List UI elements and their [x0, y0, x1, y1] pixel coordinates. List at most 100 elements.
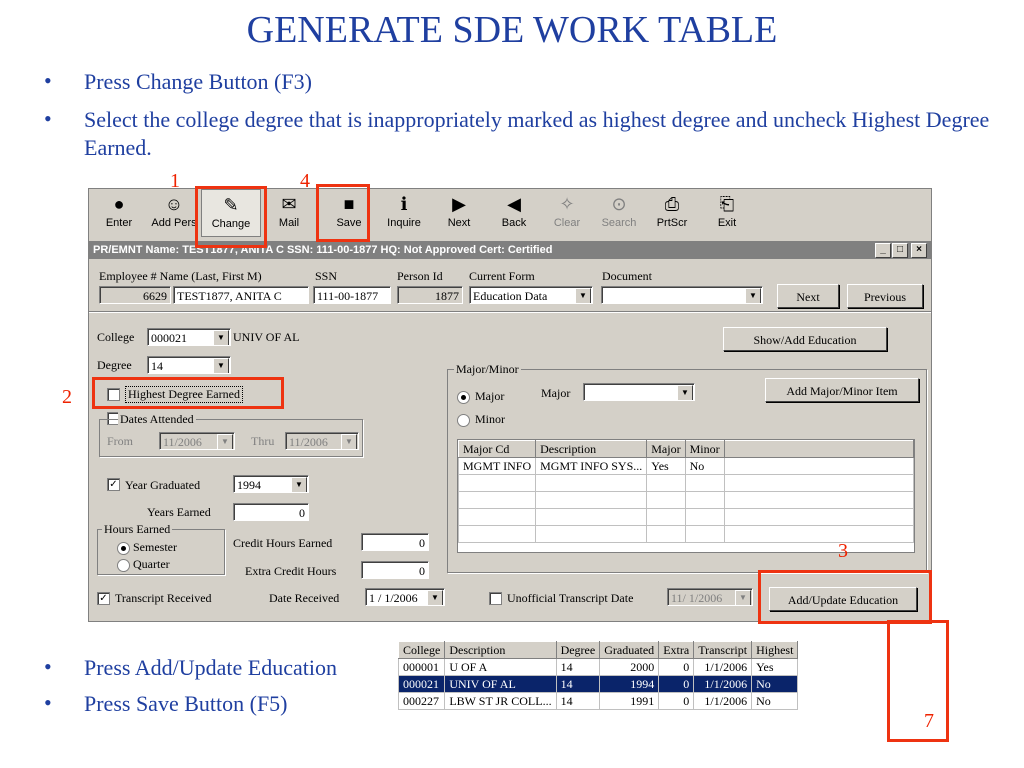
year-graduated-checkbox[interactable]: ✓ [107, 478, 120, 491]
table-row[interactable] [458, 474, 914, 492]
toolbar-next-button[interactable]: ▶ Next [429, 189, 489, 237]
education-column-header[interactable]: College [397, 641, 446, 659]
info-icon: ℹ [400, 194, 408, 214]
table-cell [684, 474, 725, 492]
document-select[interactable]: ▼ [601, 286, 763, 304]
binoculars-icon: ⊙ [611, 194, 627, 214]
toolbar-exit-button[interactable]: ⎗ Exit [697, 189, 757, 237]
toolbar-inquire-button[interactable]: ℹ Inquire [374, 189, 434, 237]
toolbar-search-button[interactable]: ⊙ Search [589, 189, 649, 237]
table-row[interactable]: MGMT INFO MGMT INFO SYS... Yes No [458, 457, 914, 475]
education-table[interactable]: College Description Degree Graduated Extra Tr… [397, 641, 799, 710]
education-column-header[interactable]: Highest [751, 641, 799, 659]
toolbar-prtscr-button[interactable]: ⎙ PrtScr [642, 189, 702, 237]
chevron-down-icon[interactable]: ▼ [575, 288, 591, 303]
unofficial-date-select[interactable]: 11/ 1/2006 ▼ [667, 588, 753, 606]
minimize-button[interactable]: _ [875, 243, 891, 258]
major-radio[interactable] [457, 391, 470, 404]
toolbar-enter-button[interactable]: ● Enter [89, 189, 149, 237]
education-column-header[interactable]: Extra [658, 641, 695, 659]
education-column-header[interactable]: Graduated [599, 641, 660, 659]
major-label: Major [541, 386, 571, 400]
credit-hours-label: Credit Hours Earned [233, 536, 333, 550]
date-received-select[interactable]: 1 / 1/2006 ▼ [365, 588, 445, 606]
table-row[interactable]: 000227 LBW ST JR COLL... 14 1991 0 1/1/2006 No [397, 692, 799, 710]
printer-icon: ⎙ [664, 194, 680, 214]
college-select[interactable]: 000021 ▼ [147, 328, 231, 346]
table-cell: 1/1/2006 [693, 675, 753, 693]
year-graduated-select[interactable]: 1994 ▼ [233, 475, 309, 493]
chevron-down-icon[interactable]: ▼ [213, 358, 229, 373]
chevron-down-icon[interactable]: ▼ [291, 477, 307, 492]
employee-name-label: Employee # Name (Last, First M) [99, 269, 262, 283]
employee-name-field[interactable]: TEST1877, ANITA C [173, 286, 309, 304]
date-received-label: Date Received [269, 591, 340, 605]
chevron-down-icon[interactable]: ▼ [213, 330, 229, 345]
chevron-down-icon[interactable]: ▼ [677, 385, 693, 400]
chevron-down-icon[interactable]: ▼ [341, 434, 357, 449]
major-minor-column-header[interactable]: Description [535, 440, 648, 458]
major-minor-column-header[interactable]: Minor [684, 440, 725, 458]
education-column-header[interactable]: Description [444, 641, 557, 659]
table-row[interactable]: 000001 U OF A 14 2000 0 1/1/2006 Yes [397, 658, 799, 676]
years-earned-field[interactable]: 0 [233, 503, 309, 521]
education-column-header[interactable]: Degree [555, 641, 601, 659]
document-label: Document [602, 269, 652, 283]
table-cell: 1/1/2006 [693, 692, 753, 710]
table-cell [723, 474, 914, 492]
next-button[interactable]: Next [777, 284, 839, 308]
toolbar-button-label: Mail [278, 217, 300, 229]
mail-icon: ✉ [281, 194, 297, 214]
degree-select[interactable]: 14 ▼ [147, 356, 231, 374]
toolbar-back-button[interactable]: ◀ Back [484, 189, 544, 237]
close-button[interactable]: × [911, 243, 927, 258]
quarter-radio[interactable] [117, 559, 130, 572]
table-cell [646, 508, 686, 526]
toolbar-clear-button[interactable]: ✧ Clear [537, 189, 597, 237]
person-id-field[interactable]: 1877 [397, 286, 463, 304]
major-minor-grid[interactable]: Major Cd Description Major Minor MGMT INFO M… [457, 439, 915, 553]
current-form-select[interactable]: Education Data ▼ [469, 286, 593, 304]
transcript-received-checkbox[interactable]: ✓ [97, 592, 110, 605]
toolbar-mail-button[interactable]: ✉ Mail [259, 189, 319, 237]
semester-radio[interactable] [117, 542, 130, 555]
extra-credit-field[interactable]: 0 [361, 561, 429, 579]
minor-radio[interactable] [457, 414, 470, 427]
current-form-label: Current Form [469, 269, 535, 283]
previous-button[interactable]: Previous [847, 284, 923, 308]
college-name: UNIV OF AL [233, 330, 300, 344]
maximize-button[interactable]: □ [892, 243, 908, 258]
major-minor-column-header[interactable]: Major Cd [458, 440, 537, 458]
table-cell: 000227 [397, 692, 446, 710]
ssn-field[interactable]: 111-00-1877 [313, 286, 391, 304]
education-column-header[interactable]: Transcript [693, 641, 753, 659]
table-cell: LBW ST JR COLL... [444, 692, 557, 710]
table-row[interactable] [458, 491, 914, 509]
chevron-down-icon[interactable]: ▼ [745, 288, 761, 303]
table-cell [458, 525, 537, 543]
chevron-down-icon[interactable]: ▼ [217, 434, 233, 449]
major-select[interactable]: ▼ [583, 383, 695, 401]
callout-number-1: 1 [170, 170, 180, 192]
chevron-down-icon[interactable]: ▼ [735, 590, 751, 605]
table-cell [458, 508, 537, 526]
employee-number-field[interactable]: 6629 [99, 286, 171, 304]
callout-number-2: 2 [62, 386, 72, 408]
table-cell: 14 [555, 675, 601, 693]
thru-date-select[interactable]: 11/2006 ▼ [285, 432, 359, 450]
table-cell: 2000 [599, 658, 660, 676]
from-date-select[interactable]: 11/2006 ▼ [159, 432, 235, 450]
credit-hours-field[interactable]: 0 [361, 533, 429, 551]
show-add-education-button[interactable]: Show/Add Education [723, 327, 887, 351]
table-row[interactable]: 000021 UNIV OF AL 14 1994 0 1/1/2006 No [397, 675, 799, 693]
callout-box-highest-degree [92, 377, 284, 409]
chevron-down-icon[interactable]: ▼ [427, 590, 443, 605]
major-minor-column-header[interactable]: Major [646, 440, 686, 458]
add-major-minor-item-button[interactable]: Add Major/Minor Item [765, 378, 919, 402]
unofficial-transcript-checkbox[interactable] [489, 592, 502, 605]
table-cell [458, 474, 537, 492]
table-cell: 000001 [397, 658, 446, 676]
major-radio-label: Major [475, 389, 505, 403]
table-row[interactable] [458, 508, 914, 526]
toolbar-button-label: Clear [553, 217, 581, 229]
